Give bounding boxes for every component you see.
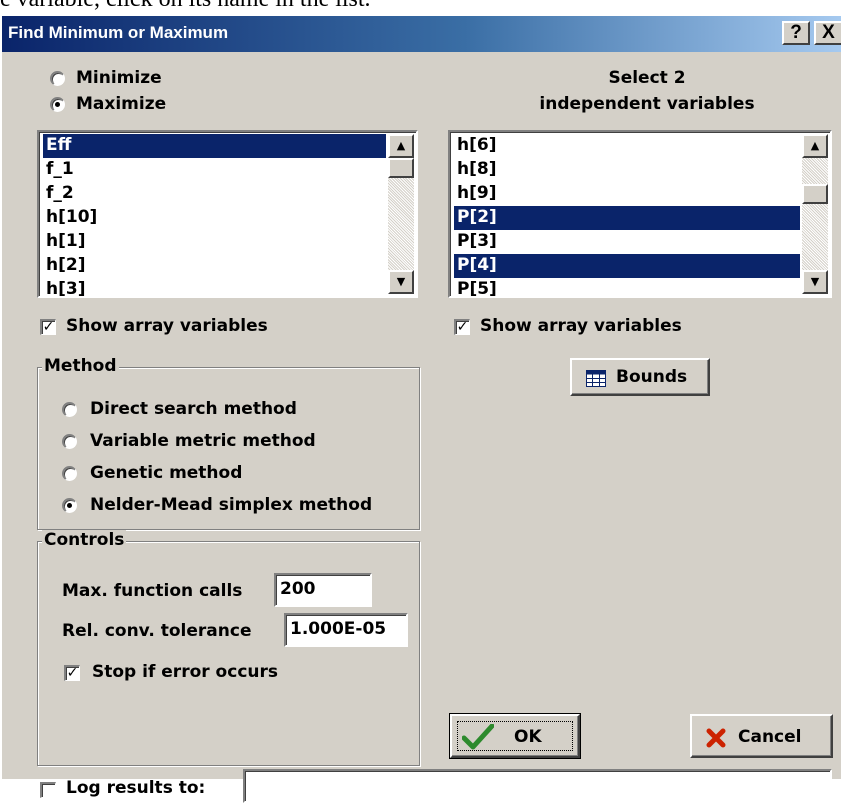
find-min-max-dialog: Find Minimum or Maximum ? X Minimize Max… [0, 14, 841, 803]
red-x-icon [706, 728, 726, 748]
bounds-label: Bounds [616, 367, 688, 387]
controls-group-title: Controls [42, 530, 127, 550]
list-item[interactable]: P[3] [454, 230, 800, 254]
max-calls-input[interactable]: 200 [274, 573, 372, 607]
max-calls-label: Max. function calls [62, 581, 243, 601]
method-option-label: Nelder-Mead simplex method [90, 495, 373, 515]
checkmark-icon [462, 724, 494, 750]
method-option-label: Direct search method [90, 399, 297, 419]
list-item[interactable]: h[10] [43, 206, 386, 230]
minimize-radio[interactable] [50, 71, 65, 86]
list-item[interactable]: P[2] [454, 206, 800, 230]
list-item[interactable]: h[1] [43, 230, 386, 254]
cancel-button[interactable]: Cancel [690, 714, 833, 758]
close-button[interactable]: X [814, 21, 841, 45]
scroll-thumb[interactable] [802, 184, 828, 204]
stop-on-error-checkbox[interactable]: ✓ [64, 665, 80, 681]
tolerance-label: Rel. conv. tolerance [62, 621, 252, 641]
list-item[interactable]: h[6] [454, 134, 800, 158]
right-show-array-label: Show array variables [480, 316, 682, 336]
help-button[interactable]: ? [782, 21, 810, 45]
scroll-down-button[interactable]: ▼ [802, 270, 828, 294]
scroll-down-button[interactable]: ▼ [388, 270, 414, 294]
background-instruction-text: e variable, click on its name in the lis… [0, 0, 841, 13]
right-list-scrollbar[interactable]: ▲ ▼ [802, 134, 828, 294]
left-show-array-checkbox[interactable]: ✓ [40, 319, 56, 335]
dependent-variable-list[interactable]: Eff f_1 f_2 h[10] h[1] h[2] h[3] ▲ ▼ [37, 130, 418, 298]
method-option-label: Variable metric method [90, 431, 316, 451]
window-title: Find Minimum or Maximum [8, 23, 229, 42]
minimize-label: Minimize [76, 68, 162, 88]
method-option-label: Genetic method [90, 463, 243, 483]
scroll-up-button[interactable]: ▲ [388, 134, 414, 158]
list-item[interactable]: h[3] [43, 278, 386, 296]
method-radio[interactable] [62, 402, 77, 417]
list-item[interactable]: h[2] [43, 254, 386, 278]
list-item[interactable]: h[8] [454, 158, 800, 182]
scroll-up-button[interactable]: ▲ [802, 134, 828, 158]
left-show-array-label: Show array variables [66, 316, 268, 336]
ok-label: OK [514, 727, 542, 747]
tolerance-input[interactable]: 1.000E-05 [284, 613, 408, 647]
method-radio[interactable] [62, 498, 77, 513]
table-icon [586, 370, 606, 387]
log-results-label: Log results to: [66, 778, 206, 798]
method-radio[interactable] [62, 434, 77, 449]
list-item[interactable]: h[9] [454, 182, 800, 206]
list-item[interactable]: Eff [43, 134, 386, 158]
log-file-input[interactable] [243, 769, 832, 803]
maximize-label: Maximize [76, 94, 167, 114]
stop-on-error-label: Stop if error occurs [92, 662, 278, 682]
list-item[interactable]: P[4] [454, 254, 800, 278]
select-heading-line2: independent variables [539, 94, 755, 114]
method-group-title: Method [42, 356, 119, 376]
select-heading-line1: Select 2 [608, 68, 686, 88]
log-results-checkbox[interactable] [40, 782, 56, 798]
bounds-button[interactable]: Bounds [570, 358, 710, 396]
cancel-label: Cancel [738, 727, 802, 747]
left-list-scrollbar[interactable]: ▲ ▼ [388, 134, 414, 294]
list-item[interactable]: f_1 [43, 158, 386, 182]
independent-variable-list[interactable]: h[6] h[8] h[9] P[2] P[3] P[4] P[5] ▲ ▼ [448, 130, 832, 298]
ok-button[interactable]: OK [449, 713, 581, 759]
scroll-thumb[interactable] [388, 158, 414, 178]
maximize-radio[interactable] [50, 97, 65, 112]
list-item[interactable]: f_2 [43, 182, 386, 206]
method-radio[interactable] [62, 466, 77, 481]
title-bar: Find Minimum or Maximum ? X [2, 16, 841, 52]
list-item[interactable]: P[5] [454, 278, 800, 296]
right-show-array-checkbox[interactable]: ✓ [454, 319, 470, 335]
